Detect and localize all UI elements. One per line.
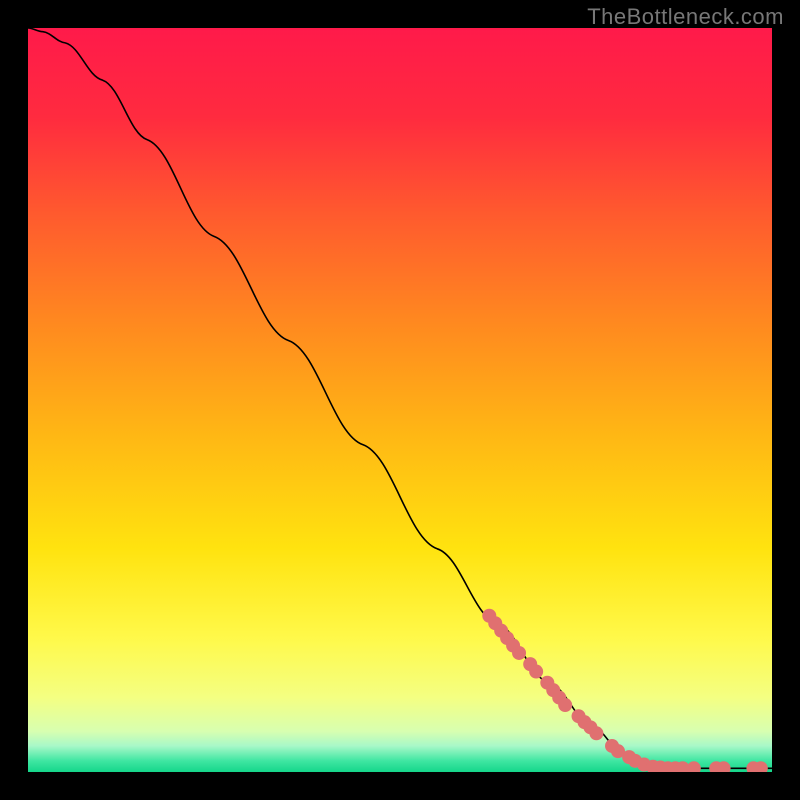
watermark-text: TheBottleneck.com <box>587 4 784 30</box>
data-marker <box>512 646 526 660</box>
chart-svg <box>28 28 772 772</box>
data-marker <box>529 665 543 679</box>
data-marker <box>558 698 572 712</box>
data-marker <box>589 726 603 740</box>
gradient-background <box>28 28 772 772</box>
chart-container <box>28 28 772 772</box>
